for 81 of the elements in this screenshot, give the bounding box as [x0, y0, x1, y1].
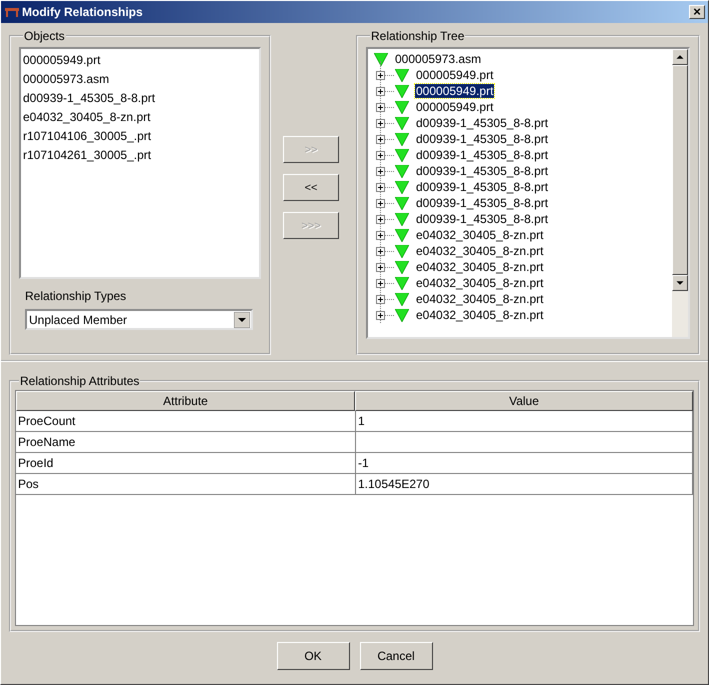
table-cell: 1: [358, 414, 365, 428]
table-cell: -1: [358, 456, 369, 470]
tree-node[interactable]: e04032_30405_8-zn.prt: [415, 276, 544, 290]
tree-node[interactable]: 000005949.prt: [415, 84, 494, 98]
tree-node[interactable]: e04032_30405_8-zn.prt: [415, 228, 544, 242]
expander-icon[interactable]: [376, 230, 385, 240]
triangle-icon: [395, 116, 409, 130]
table-cell: ProeName: [18, 435, 76, 449]
tree-node[interactable]: d00939-1_45305_8-8.prt: [415, 180, 550, 194]
object-item[interactable]: r107104106_30005_.prt: [23, 127, 257, 146]
triangle-icon: [374, 52, 388, 66]
expander-icon[interactable]: [376, 294, 385, 304]
table-cell: ProeId: [18, 456, 54, 470]
relationship-type-dropdown[interactable]: Unplaced Member: [25, 309, 253, 330]
object-item[interactable]: 000005949.prt: [23, 51, 257, 70]
column-header[interactable]: Attribute: [16, 391, 355, 411]
group-label: Objects: [23, 29, 66, 43]
cancel-button[interactable]: Cancel: [360, 642, 432, 670]
triangle-icon: [395, 276, 409, 290]
tree-node[interactable]: e04032_30405_8-zn.prt: [415, 292, 544, 306]
triangle-icon: [395, 292, 409, 306]
triangle-icon: [395, 132, 409, 146]
expander-icon[interactable]: [376, 278, 385, 288]
expander-icon[interactable]: [376, 310, 385, 320]
expander-icon[interactable]: [376, 182, 385, 192]
expander-icon[interactable]: [376, 214, 385, 224]
tree-node[interactable]: 000005973.asm: [394, 52, 482, 66]
triangle-icon: [395, 68, 409, 82]
expander-icon[interactable]: [376, 198, 385, 208]
tree-node[interactable]: 000005949.prt: [415, 100, 494, 114]
expander-icon[interactable]: [376, 102, 385, 112]
tree-node[interactable]: e04032_30405_8-zn.prt: [415, 244, 544, 258]
expander-icon[interactable]: [376, 118, 385, 128]
table-cell: 1.10545E270: [358, 477, 430, 491]
expander-icon[interactable]: [376, 166, 385, 176]
triangle-icon: [395, 148, 409, 162]
tree-node[interactable]: d00939-1_45305_8-8.prt: [415, 132, 550, 146]
group-label: Relationship Attributes: [19, 374, 140, 388]
triangle-icon: [395, 260, 409, 274]
triangle-icon: [395, 100, 409, 114]
tree-node[interactable]: e04032_30405_8-zn.prt: [415, 308, 544, 322]
column-header[interactable]: Value: [355, 391, 693, 411]
app-icon: [5, 7, 19, 17]
scrollbar[interactable]: [672, 49, 688, 337]
tree-node[interactable]: d00939-1_45305_8-8.prt: [415, 212, 550, 226]
close-button[interactable]: ×: [689, 5, 705, 19]
scroll-up-icon[interactable]: [672, 49, 688, 65]
tree-node[interactable]: 000005949.prt: [415, 68, 494, 82]
triangle-icon: [395, 308, 409, 322]
scroll-thumb[interactable]: [672, 65, 688, 275]
field-label: Relationship Types: [25, 289, 128, 303]
triangle-icon: [395, 228, 409, 242]
tree-node[interactable]: e04032_30405_8-zn.prt: [415, 260, 544, 274]
expander-icon[interactable]: [376, 150, 385, 160]
triangle-icon: [395, 196, 409, 210]
expander-icon[interactable]: [376, 134, 385, 144]
triangle-icon: [395, 212, 409, 226]
expander-icon[interactable]: [376, 246, 385, 256]
expander-icon[interactable]: [376, 86, 385, 96]
tree-node[interactable]: d00939-1_45305_8-8.prt: [415, 196, 550, 210]
tree-node[interactable]: d00939-1_45305_8-8.prt: [415, 148, 550, 162]
ok-button[interactable]: OK: [276, 642, 350, 670]
table-cell: Pos: [18, 477, 39, 491]
triangle-icon: [395, 180, 409, 194]
tree-node[interactable]: d00939-1_45305_8-8.prt: [415, 116, 550, 130]
table-cell: ProeCount: [18, 414, 76, 428]
object-item[interactable]: 000005973.asm: [23, 70, 257, 89]
triangle-icon: [395, 164, 409, 178]
triangle-icon: [395, 244, 409, 258]
expander-icon[interactable]: [376, 70, 385, 80]
object-item[interactable]: r107104261_30005_.prt: [23, 146, 257, 165]
object-item[interactable]: d00939-1_45305_8-8.prt: [23, 89, 257, 108]
move-button[interactable]: <<: [283, 174, 339, 201]
object-item[interactable]: e04032_30405_8-zn.prt: [23, 108, 257, 127]
tree-node[interactable]: d00939-1_45305_8-8.prt: [415, 164, 550, 178]
expander-icon[interactable]: [376, 262, 385, 272]
triangle-icon: [395, 84, 409, 98]
scroll-down-icon[interactable]: [672, 275, 688, 291]
group-label: Relationship Tree: [370, 29, 466, 43]
dropdown-arrow-icon: [234, 312, 250, 328]
window-title: Modify Relationships: [22, 5, 144, 19]
